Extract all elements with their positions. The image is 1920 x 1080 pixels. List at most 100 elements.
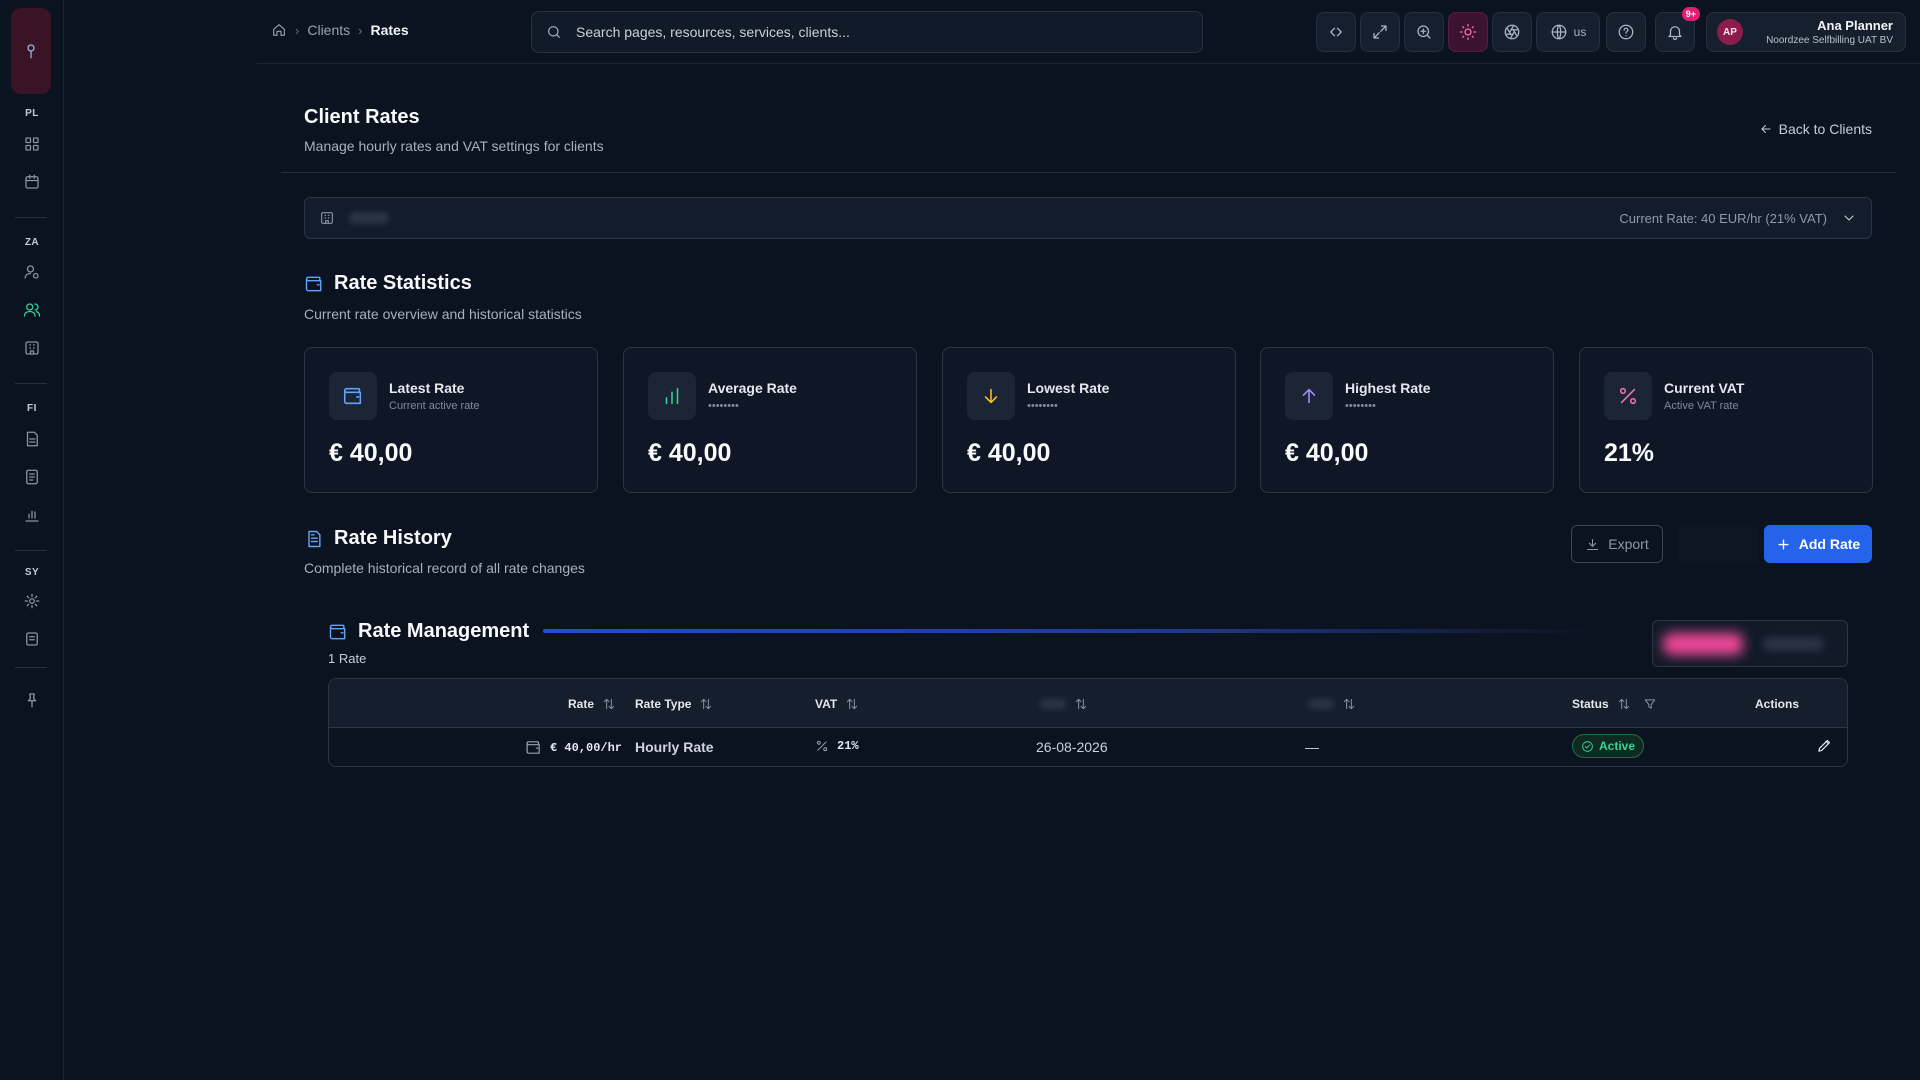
export-label: Export — [1608, 536, 1649, 552]
page-subtitle: Manage hourly rates and VAT settings for… — [304, 138, 604, 154]
arrow-down-icon — [984, 388, 998, 404]
cell-vat: 21% — [815, 739, 859, 753]
stat-value: € 40,00 — [967, 439, 1051, 467]
user-org: Noordzee Selfbilling UAT BV — [1766, 35, 1893, 46]
sidebar-item-logs[interactable] — [20, 627, 44, 651]
decorative-line — [543, 629, 1603, 633]
add-rate-label: Add Rate — [1798, 536, 1861, 552]
sidebar-item-clients[interactable] — [20, 298, 44, 322]
search-input[interactable] — [576, 24, 1136, 40]
arrow-up-icon — [1302, 388, 1316, 404]
fullscreen-button[interactable] — [1360, 12, 1400, 52]
rate-count: 1 Rate — [328, 651, 367, 666]
cell-end-date: — — [1305, 739, 1319, 755]
zoom-button[interactable] — [1404, 12, 1444, 52]
avatar: AP — [1717, 19, 1743, 45]
column-label-redacted — [1308, 699, 1334, 709]
sidebar-item-reports[interactable] — [20, 503, 44, 527]
add-rate-button[interactable]: Add Rate — [1764, 525, 1872, 563]
column-vat[interactable]: VAT — [815, 697, 859, 711]
column-type-label: Rate Type — [635, 697, 692, 711]
column-rate-type[interactable]: Rate Type — [635, 697, 713, 711]
bell-icon — [1668, 26, 1682, 41]
language-button[interactable]: us — [1536, 12, 1600, 52]
view-toggle[interactable] — [1652, 620, 1848, 667]
column-end-date[interactable] — [1308, 697, 1356, 711]
hidden-action-button[interactable] — [1678, 525, 1758, 563]
rate-statistics-heading: Rate Statistics — [304, 272, 472, 295]
wallet-icon — [526, 741, 540, 754]
export-button[interactable]: Export — [1571, 525, 1663, 563]
percent-icon — [816, 740, 828, 752]
sidebar-pin-button[interactable] — [20, 688, 44, 712]
column-status[interactable]: Status — [1572, 697, 1657, 711]
column-label-redacted — [1040, 699, 1066, 709]
app-logo[interactable] — [11, 8, 51, 94]
breadcrumb-rates: Rates — [370, 22, 409, 38]
sidebar-item-companies[interactable] — [20, 336, 44, 360]
global-search[interactable] — [531, 11, 1203, 53]
stat-sub: •••••••• — [1345, 400, 1376, 412]
toggle-inactive-option[interactable] — [1763, 637, 1823, 651]
scroll-icon — [26, 632, 38, 646]
stat-label: Lowest Rate — [1027, 380, 1110, 396]
users-icon — [23, 303, 41, 317]
theme-toggle-button[interactable] — [1448, 12, 1488, 52]
sidebar-item-settings[interactable] — [20, 589, 44, 613]
rate-history-heading: Rate History — [304, 527, 452, 550]
user-name: Ana Planner — [1817, 18, 1893, 33]
stat-value: € 40,00 — [648, 439, 732, 467]
stat-label: Highest Rate — [1345, 380, 1431, 396]
status-badge: Active — [1572, 734, 1645, 758]
sidebar-item-calendar[interactable] — [20, 170, 44, 194]
column-actions: Actions — [1755, 697, 1799, 711]
stat-card-lowest-rate: Lowest Rate •••••••• € 40,00 — [942, 347, 1236, 493]
help-icon — [1618, 24, 1634, 40]
status-label: Active — [1599, 739, 1636, 753]
pencil-icon — [1818, 739, 1831, 752]
current-rate-info: Current Rate: 40 EUR/hr (21% VAT) — [1619, 210, 1827, 226]
pin-icon — [27, 693, 37, 708]
column-start-date[interactable] — [1040, 697, 1088, 711]
pin-icon — [27, 44, 35, 59]
notifications-button[interactable]: 9+ — [1655, 7, 1700, 52]
stat-icon-box — [648, 372, 696, 420]
home-icon[interactable] — [271, 22, 287, 38]
user-gear-icon — [24, 265, 39, 279]
wallet-icon — [329, 624, 346, 639]
building-icon — [25, 341, 39, 355]
stat-label: Current VAT — [1664, 380, 1745, 396]
client-select[interactable]: Current Rate: 40 EUR/hr (21% VAT) — [304, 197, 1872, 239]
back-to-clients-link[interactable]: Back to Clients — [1759, 121, 1872, 137]
cell-rate-type: Hourly Rate — [635, 739, 714, 755]
user-menu[interactable]: AP Ana Planner Noordzee Selfbilling UAT … — [1706, 12, 1906, 52]
stat-icon-box — [1604, 372, 1652, 420]
stat-sub: •••••••• — [708, 400, 739, 412]
rate-history-subtitle: Complete historical record of all rate c… — [304, 560, 585, 576]
sidebar-item-statements[interactable] — [20, 465, 44, 489]
aperture-button[interactable] — [1492, 12, 1532, 52]
help-button[interactable] — [1606, 12, 1646, 52]
sidebar-section-fi: FI — [27, 403, 37, 414]
sidebar: PL ZA FI SY — [0, 0, 64, 1080]
collapse-button[interactable] — [1316, 12, 1356, 52]
bar-chart-icon — [665, 387, 679, 405]
edit-button[interactable] — [1816, 737, 1833, 754]
breadcrumb-clients[interactable]: Clients — [307, 22, 350, 38]
stat-icon-box — [1285, 372, 1333, 420]
rate-management-title: Rate Management — [358, 620, 530, 642]
download-icon — [1587, 538, 1599, 550]
column-rate[interactable]: Rate — [568, 697, 616, 711]
aperture-icon — [1504, 24, 1520, 40]
toggle-active-option[interactable] — [1663, 633, 1743, 655]
sidebar-item-dashboard[interactable] — [20, 132, 44, 156]
client-name-redacted — [349, 212, 389, 224]
column-status-label: Status — [1572, 697, 1609, 711]
code-collapse-icon — [1330, 27, 1342, 37]
sidebar-item-invoices[interactable] — [20, 427, 44, 451]
stat-card-current-vat: Current VAT Active VAT rate 21% — [1579, 347, 1873, 493]
globe-icon — [1551, 24, 1567, 40]
sidebar-item-contacts[interactable] — [20, 260, 44, 284]
filter-icon[interactable] — [1643, 697, 1657, 711]
gear-icon — [24, 593, 40, 609]
